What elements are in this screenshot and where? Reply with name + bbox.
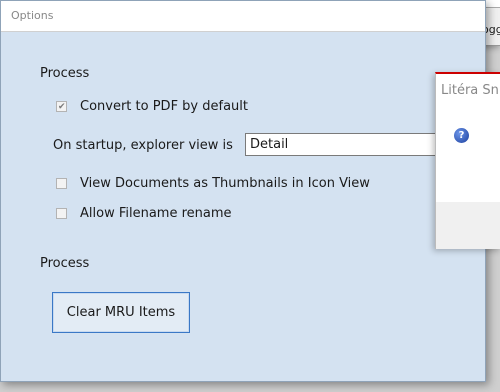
clear-mru-label: Clear MRU Items — [66, 305, 176, 320]
convert-pdf-checkbox[interactable] — [56, 101, 67, 112]
clear-mru-button[interactable]: Clear MRU Items — [52, 292, 190, 333]
thumbnails-label: View Documents as Thumbnails in Icon Vie… — [80, 176, 370, 191]
section-process-label: Process — [40, 66, 90, 81]
startup-view-label: On startup, explorer view is — [53, 138, 233, 153]
rename-checkbox[interactable] — [56, 208, 67, 219]
options-dialog: Options Process Convert to PDF by defaul… — [0, 0, 486, 382]
convert-pdf-row[interactable]: Convert to PDF by default — [56, 99, 248, 114]
litera-footer — [436, 202, 500, 249]
rename-row[interactable]: Allow Filename rename — [56, 206, 232, 221]
options-titlebar[interactable]: Options — [1, 1, 485, 32]
convert-pdf-label: Convert to PDF by default — [80, 99, 248, 114]
explorer-view-select[interactable]: Detail — [245, 133, 445, 156]
thumbnails-checkbox[interactable] — [56, 178, 67, 189]
rename-label: Allow Filename rename — [80, 206, 232, 221]
litera-dialog: Litéra Sn ? — [435, 72, 500, 249]
thumbnails-row[interactable]: View Documents as Thumbnails in Icon Vie… — [56, 176, 370, 191]
question-icon: ? — [454, 128, 469, 143]
options-title: Options — [11, 9, 54, 22]
section-process-label-2: Process — [40, 256, 90, 271]
litera-title: Litéra Sn — [441, 83, 499, 98]
